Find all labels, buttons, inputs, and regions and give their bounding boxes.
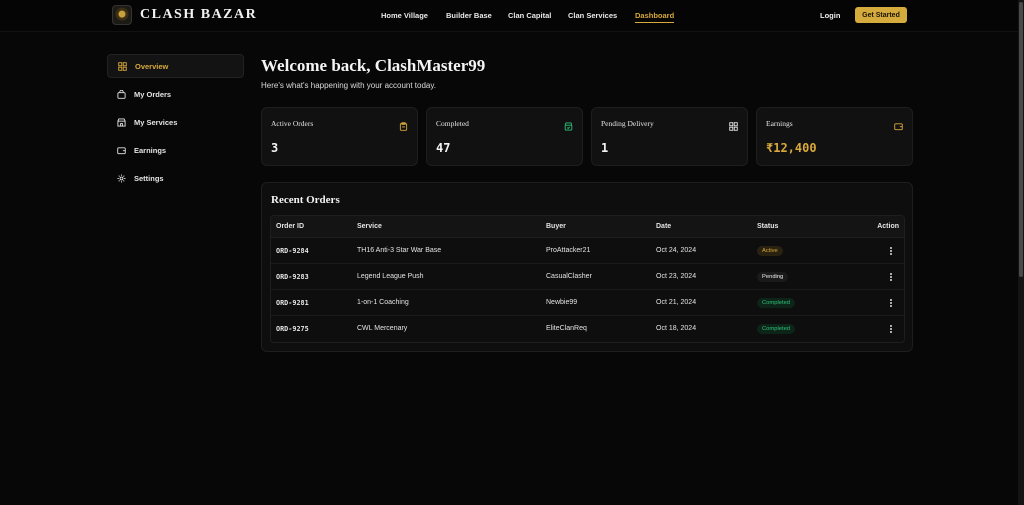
sidebar-item-label: My Services bbox=[134, 117, 178, 127]
column-header: Order ID bbox=[276, 223, 305, 230]
status-badge: Active bbox=[757, 246, 783, 256]
order-buyer: ProAttacker21 bbox=[546, 247, 591, 254]
order-buyer: EliteClanReq bbox=[546, 325, 587, 332]
wallet-icon bbox=[117, 146, 126, 155]
status-badge: Completed bbox=[757, 298, 796, 308]
login-link[interactable]: Login bbox=[820, 11, 840, 20]
column-header: Service bbox=[357, 223, 382, 230]
shield-logo-icon bbox=[112, 5, 132, 25]
sidebar-item-overview[interactable]: Overview bbox=[107, 54, 244, 78]
sidebar-item-my-services[interactable]: My Services bbox=[107, 110, 244, 134]
sidebar-item-my-orders[interactable]: My Orders bbox=[107, 82, 244, 106]
store-icon bbox=[117, 117, 126, 127]
recent-orders-card: Recent Orders Order ID Service Buyer Dat… bbox=[261, 182, 913, 352]
order-id: ORD-9284 bbox=[276, 247, 309, 255]
stats-row: Active Orders 3 Completed 47 Pending Del… bbox=[261, 107, 913, 166]
column-header: Action bbox=[877, 223, 899, 230]
table-row[interactable]: ORD-9275 CWL Mercenary EliteClanReq Oct … bbox=[271, 316, 904, 342]
column-header: Status bbox=[757, 223, 779, 230]
sidebar-item-label: My Orders bbox=[134, 89, 172, 99]
grid-icon bbox=[729, 118, 738, 131]
order-buyer: CasualClasher bbox=[546, 273, 592, 280]
order-service: Legend League Push bbox=[357, 273, 424, 280]
stat-label: Pending Delivery bbox=[601, 119, 654, 128]
nav-home-village[interactable]: Home Village bbox=[381, 11, 428, 20]
stat-value: 47 bbox=[436, 141, 451, 155]
stat-value: 3 bbox=[271, 141, 279, 155]
order-date: Oct 18, 2024 bbox=[656, 325, 697, 332]
nav-builder-base[interactable]: Builder Base bbox=[446, 11, 492, 20]
table-row[interactable]: ORD-9283 Legend League Push CasualClashe… bbox=[271, 264, 904, 290]
column-header: Date bbox=[656, 223, 672, 230]
order-service: TH16 Anti-3 Star War Base bbox=[357, 247, 442, 254]
table-row[interactable]: ORD-9281 1-on-1 Coaching Newbie99 Oct 21… bbox=[271, 290, 904, 316]
order-date: Oct 23, 2024 bbox=[656, 273, 697, 280]
row-actions-menu-icon[interactable] bbox=[886, 270, 896, 284]
stat-value: ₹12,400 bbox=[766, 141, 817, 155]
order-id: ORD-9283 bbox=[276, 273, 309, 281]
order-service: 1-on-1 Coaching bbox=[357, 299, 409, 306]
stat-label: Completed bbox=[436, 119, 469, 128]
stat-value: 1 bbox=[601, 141, 609, 155]
row-actions-menu-icon[interactable] bbox=[886, 322, 896, 336]
row-actions-menu-icon[interactable] bbox=[886, 296, 896, 310]
order-service: CWL Mercenary bbox=[357, 325, 408, 332]
wallet-icon bbox=[894, 118, 903, 131]
nav-dashboard[interactable]: Dashboard bbox=[635, 11, 675, 23]
get-started-button[interactable]: Get Started bbox=[855, 7, 907, 23]
stat-label: Earnings bbox=[766, 119, 793, 128]
nav-clan-capital[interactable]: Clan Capital bbox=[508, 11, 551, 20]
row-actions-menu-icon[interactable] bbox=[886, 244, 896, 258]
bag-icon bbox=[117, 89, 126, 99]
stat-label: Active Orders bbox=[271, 119, 314, 128]
sidebar-item-label: Earnings bbox=[134, 145, 167, 155]
stat-card-pending-delivery: Pending Delivery 1 bbox=[591, 107, 748, 166]
check-bag-icon bbox=[564, 118, 573, 131]
page-subtitle: Here's what's happening with your accoun… bbox=[261, 81, 437, 90]
status-badge: Completed bbox=[757, 324, 796, 334]
sidebar-item-settings[interactable]: Settings bbox=[107, 166, 244, 190]
sidebar: Overview My Orders My Services Earnings … bbox=[107, 54, 244, 194]
top-navbar: CLASH BAZAR Home Village Builder Base Cl… bbox=[0, 0, 1018, 32]
gear-icon bbox=[117, 174, 126, 183]
brand[interactable]: CLASH BAZAR bbox=[112, 5, 257, 25]
order-id: ORD-9281 bbox=[276, 299, 309, 307]
order-id: ORD-9275 bbox=[276, 325, 309, 333]
sidebar-item-label: Settings bbox=[134, 173, 164, 183]
page-title: Welcome back, ClashMaster99 bbox=[261, 56, 486, 75]
dashboard-main: Welcome back, ClashMaster99 Here's what'… bbox=[261, 54, 913, 352]
orders-table: Order ID Service Buyer Date Status Actio… bbox=[270, 215, 905, 343]
table-header: Order ID Service Buyer Date Status Actio… bbox=[271, 216, 904, 238]
sidebar-item-label: Overview bbox=[135, 61, 169, 71]
brand-name: CLASH BAZAR bbox=[140, 7, 258, 22]
order-date: Oct 24, 2024 bbox=[656, 247, 697, 254]
table-row[interactable]: ORD-9284 TH16 Anti-3 Star War Base ProAt… bbox=[271, 238, 904, 264]
stat-card-earnings: Earnings ₹12,400 bbox=[756, 107, 913, 166]
clipboard-icon bbox=[399, 118, 408, 131]
status-badge: Pending bbox=[757, 272, 789, 282]
column-header: Buyer bbox=[546, 223, 566, 230]
stat-card-completed: Completed 47 bbox=[426, 107, 583, 166]
order-date: Oct 21, 2024 bbox=[656, 299, 697, 306]
nav-clan-services[interactable]: Clan Services bbox=[568, 11, 617, 20]
recent-orders-title: Recent Orders bbox=[271, 194, 340, 206]
grid-icon bbox=[118, 61, 127, 71]
scrollbar-thumb[interactable] bbox=[1019, 2, 1023, 277]
page-scrollbar[interactable] bbox=[1018, 0, 1024, 505]
order-buyer: Newbie99 bbox=[546, 299, 578, 306]
stat-card-active-orders: Active Orders 3 bbox=[261, 107, 418, 166]
sidebar-item-earnings[interactable]: Earnings bbox=[107, 138, 244, 162]
